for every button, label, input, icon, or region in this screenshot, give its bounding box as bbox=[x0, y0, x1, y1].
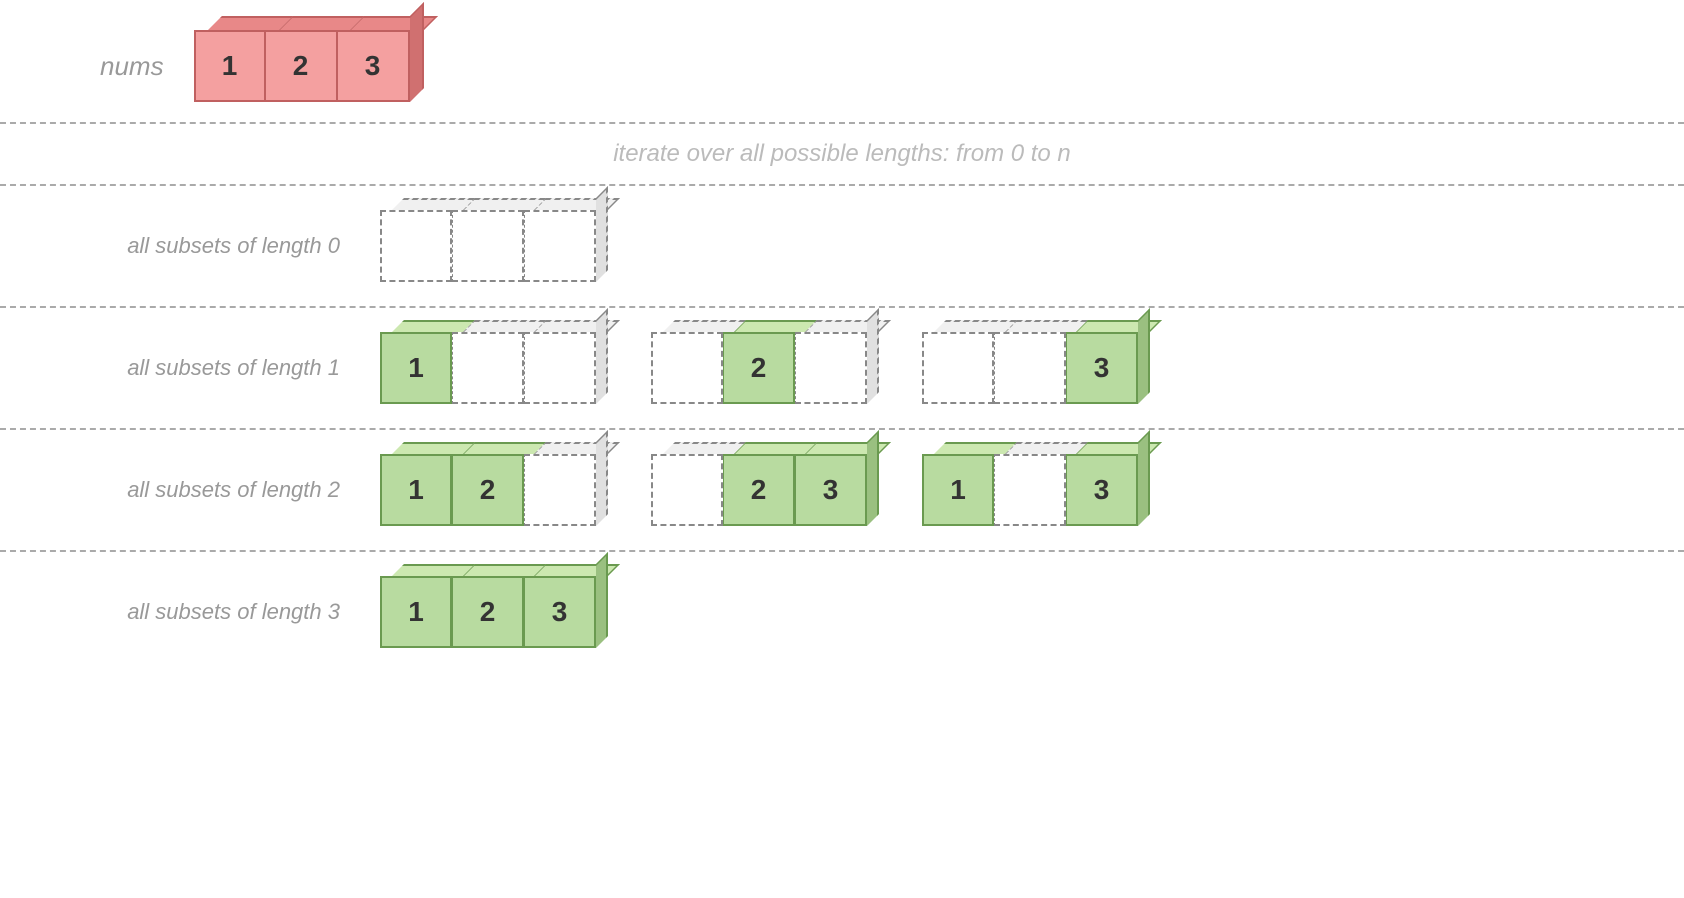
green-cell-2-1-1: 2 bbox=[723, 454, 795, 526]
section-label-1: all subsets of length 1 bbox=[0, 355, 380, 381]
section-1: all subsets of length 11 2 3 bbox=[0, 308, 1684, 428]
dashed-cell-1-0-1 bbox=[452, 332, 524, 404]
green-cell-2-0-1: 2 bbox=[452, 454, 524, 526]
green-cell-3-0-1: 2 bbox=[452, 576, 524, 648]
green-cell-3-0-0: 1 bbox=[380, 576, 452, 648]
section-content-0 bbox=[380, 210, 1684, 282]
red-array-3d: 123 bbox=[194, 30, 410, 102]
green-cell-1-0-0: 1 bbox=[380, 332, 452, 404]
dashed-cell-2-1-0 bbox=[651, 454, 723, 526]
section-3: all subsets of length 3123 bbox=[0, 552, 1684, 672]
sections-container: all subsets of length 0 all subsets of le… bbox=[0, 186, 1684, 672]
dashed-cell-1-2-1 bbox=[994, 332, 1066, 404]
array-group-2-2: 13 bbox=[922, 454, 1138, 526]
green-cell-3-0-2: 3 bbox=[524, 576, 596, 648]
dashed-cell-0-0-1 bbox=[452, 210, 524, 282]
nums-label: nums bbox=[100, 51, 164, 82]
green-cell-2-2-2: 3 bbox=[1066, 454, 1138, 526]
array-group-1-0: 1 bbox=[380, 332, 596, 404]
dashed-cell-1-0-2 bbox=[524, 332, 596, 404]
array-group-2-1: 23 bbox=[651, 454, 867, 526]
section-label-0: all subsets of length 0 bbox=[0, 233, 380, 259]
nums-cell-1: 2 bbox=[266, 30, 338, 102]
section-0: all subsets of length 0 bbox=[0, 186, 1684, 306]
green-cell-1-1-1: 2 bbox=[723, 332, 795, 404]
array-group-0-0 bbox=[380, 210, 596, 282]
dashed-cell-2-0-2 bbox=[524, 454, 596, 526]
section-content-2: 122313 bbox=[380, 454, 1684, 526]
dashed-cell-1-1-2 bbox=[795, 332, 867, 404]
section-label-3: all subsets of length 3 bbox=[0, 599, 380, 625]
dashed-cell-0-0-2 bbox=[524, 210, 596, 282]
dashed-cell-1-1-0 bbox=[651, 332, 723, 404]
nums-cell-0: 1 bbox=[194, 30, 266, 102]
array-group-1-1: 2 bbox=[651, 332, 867, 404]
green-cell-2-0-0: 1 bbox=[380, 454, 452, 526]
section-content-3: 123 bbox=[380, 576, 1684, 648]
iterate-label: iterate over all possible lengths: from … bbox=[0, 124, 1684, 184]
green-cell-2-1-2: 3 bbox=[795, 454, 867, 526]
array-group-2-0: 12 bbox=[380, 454, 596, 526]
nums-cell-2: 3 bbox=[338, 30, 410, 102]
dashed-cell-0-0-0 bbox=[380, 210, 452, 282]
section-label-2: all subsets of length 2 bbox=[0, 477, 380, 503]
section-2: all subsets of length 2122313 bbox=[0, 430, 1684, 550]
array-group-3-0: 123 bbox=[380, 576, 596, 648]
section-content-1: 1 2 3 bbox=[380, 332, 1684, 404]
green-cell-1-2-2: 3 bbox=[1066, 332, 1138, 404]
nums-array: 123 bbox=[194, 30, 410, 102]
green-cell-2-2-0: 1 bbox=[922, 454, 994, 526]
array-group-1-2: 3 bbox=[922, 332, 1138, 404]
top-section: nums 123 bbox=[0, 0, 1684, 122]
dashed-cell-1-2-0 bbox=[922, 332, 994, 404]
dashed-cell-2-2-1 bbox=[994, 454, 1066, 526]
